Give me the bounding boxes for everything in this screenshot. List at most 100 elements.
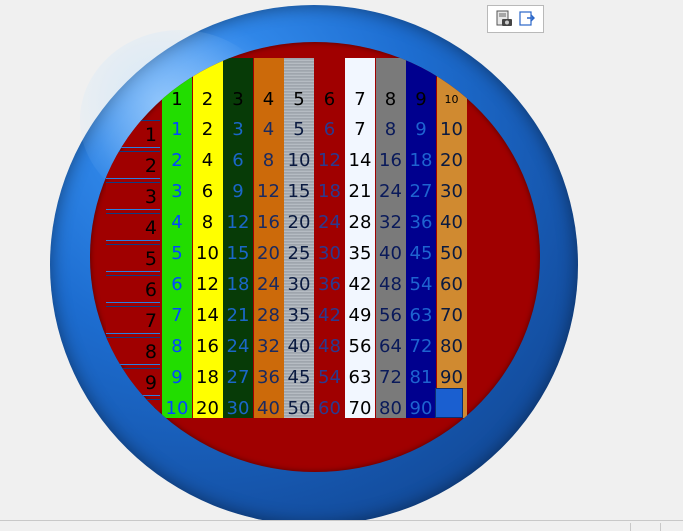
product-cell: 50 bbox=[440, 243, 463, 264]
product-cell: 4 bbox=[171, 212, 183, 233]
product-cell: 35 bbox=[348, 243, 372, 264]
product-cell: 9 bbox=[171, 367, 183, 388]
product-cell: 70 bbox=[348, 398, 372, 419]
row-label: 7 bbox=[106, 306, 160, 334]
product-cell: 6 bbox=[171, 274, 183, 295]
product-cell: 42 bbox=[348, 274, 372, 295]
row-label: 9 bbox=[106, 368, 160, 396]
column-header: 3 bbox=[232, 89, 244, 110]
row-label: 3 bbox=[106, 182, 160, 210]
product-cell: 40 bbox=[379, 243, 402, 264]
row-label: 2 bbox=[106, 151, 160, 179]
product-cell: 18 bbox=[196, 367, 219, 388]
column-header: 8 bbox=[384, 89, 397, 110]
product-cell: 45 bbox=[409, 243, 433, 264]
product-cell: 16 bbox=[257, 212, 280, 233]
product-cell: 21 bbox=[348, 181, 372, 202]
product-cell: 54 bbox=[318, 367, 341, 388]
column-7: 7 7 14 21 28 35 42 49 56 63 70 bbox=[345, 58, 375, 419]
row-label: 4 bbox=[106, 213, 160, 241]
product-cell: 8 bbox=[201, 212, 214, 233]
product-cell: 40 bbox=[287, 336, 311, 357]
product-cell: 15 bbox=[226, 243, 250, 264]
product-cell: 24 bbox=[257, 274, 280, 295]
product-cell: 9 bbox=[415, 119, 427, 140]
product-cell: 56 bbox=[348, 336, 372, 357]
column-10: 10 10 20 30 40 50 60 70 80 90 bbox=[436, 58, 467, 418]
product-cell: 28 bbox=[348, 212, 372, 233]
column-header: 1 bbox=[171, 89, 183, 110]
product-cell: 18 bbox=[318, 181, 341, 202]
multiplication-disc: 1 2 3 4 5 6 7 8 9 10 1 1 2 3 4 5 6 7 8 9 10 2 2 4 6 8 10 12 14 16 18 2… bbox=[90, 42, 540, 472]
product-cell: 28 bbox=[257, 305, 280, 326]
column-header: 6 bbox=[323, 89, 336, 110]
product-cell: 20 bbox=[287, 212, 311, 233]
toolbar bbox=[487, 5, 544, 33]
product-cell: 40 bbox=[440, 212, 463, 233]
product-cell: 56 bbox=[379, 305, 402, 326]
column-header: 7 bbox=[354, 89, 366, 110]
product-cell: 14 bbox=[348, 150, 372, 171]
product-cell: 10 bbox=[287, 150, 311, 171]
product-cell: 49 bbox=[348, 305, 372, 326]
product-cell: 6 bbox=[201, 181, 214, 202]
empty-corner-cell bbox=[435, 388, 463, 418]
product-cell: 27 bbox=[409, 181, 433, 202]
product-cell: 63 bbox=[348, 367, 372, 388]
product-cell: 1 bbox=[171, 119, 183, 140]
product-cell: 90 bbox=[409, 398, 433, 419]
product-cell: 60 bbox=[318, 398, 341, 419]
column-header: 4 bbox=[262, 89, 275, 110]
product-cell: 6 bbox=[323, 119, 336, 140]
product-cell: 4 bbox=[201, 150, 214, 171]
product-cell: 7 bbox=[171, 305, 183, 326]
product-cell: 60 bbox=[440, 274, 463, 295]
product-cell: 30 bbox=[318, 243, 341, 264]
product-cell: 15 bbox=[287, 181, 311, 202]
product-cell: 81 bbox=[409, 367, 433, 388]
product-cell: 40 bbox=[257, 398, 280, 419]
product-cell: 27 bbox=[226, 367, 250, 388]
export-window-icon[interactable] bbox=[517, 9, 537, 29]
product-cell: 30 bbox=[287, 274, 311, 295]
row-label: 10 bbox=[106, 399, 160, 427]
column-1: 1 1 2 3 4 5 6 7 8 9 10 bbox=[162, 58, 192, 419]
product-cell: 25 bbox=[287, 243, 311, 264]
product-cell: 48 bbox=[318, 336, 341, 357]
column-9: 9 9 18 27 36 45 54 63 72 81 90 bbox=[406, 58, 436, 419]
column-2: 2 2 4 6 8 10 12 14 16 18 20 bbox=[192, 58, 223, 419]
product-cell: 42 bbox=[318, 305, 341, 326]
product-cell: 35 bbox=[287, 305, 311, 326]
product-cell: 5 bbox=[171, 243, 183, 264]
row-label: 5 bbox=[106, 244, 160, 272]
product-cell: 10 bbox=[440, 119, 463, 140]
product-cell: 24 bbox=[318, 212, 341, 233]
product-cell: 12 bbox=[318, 150, 341, 171]
product-cell: 54 bbox=[409, 274, 433, 295]
product-cell: 70 bbox=[440, 305, 463, 326]
product-cell: 8 bbox=[171, 336, 183, 357]
product-cell: 8 bbox=[262, 150, 275, 171]
product-cell: 14 bbox=[196, 305, 219, 326]
product-cell: 3 bbox=[171, 181, 183, 202]
product-cell: 50 bbox=[287, 398, 311, 419]
product-cell: 72 bbox=[409, 336, 433, 357]
product-cell: 48 bbox=[379, 274, 402, 295]
product-cell: 3 bbox=[232, 119, 244, 140]
product-cell: 10 bbox=[196, 243, 219, 264]
product-cell: 80 bbox=[379, 398, 402, 419]
product-cell: 32 bbox=[379, 212, 402, 233]
column-header: 9 bbox=[415, 89, 427, 110]
product-cell: 10 bbox=[165, 398, 189, 419]
product-cell: 16 bbox=[379, 150, 402, 171]
product-cell: 24 bbox=[226, 336, 250, 357]
product-cell: 64 bbox=[379, 336, 402, 357]
product-cell: 21 bbox=[226, 305, 250, 326]
column-8: 8 8 16 24 32 40 48 56 64 72 80 bbox=[375, 58, 406, 419]
product-cell: 2 bbox=[171, 150, 183, 171]
product-cell: 20 bbox=[257, 243, 280, 264]
screenshot-camera-icon[interactable] bbox=[494, 9, 514, 29]
product-cell: 36 bbox=[409, 212, 433, 233]
status-divider bbox=[630, 523, 631, 531]
column-header: 10 bbox=[444, 93, 459, 106]
